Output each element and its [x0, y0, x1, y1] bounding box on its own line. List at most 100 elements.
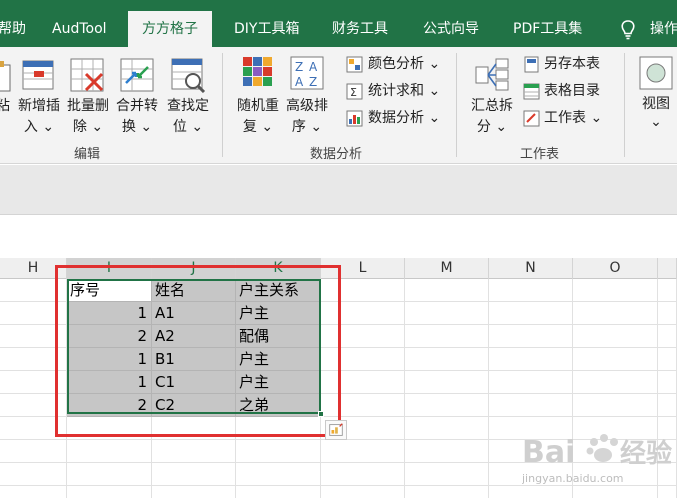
column-header-m[interactable]: M [405, 258, 489, 279]
summary-split-label-1[interactable]: 汇总拆 [468, 95, 516, 117]
empty-cell[interactable] [658, 348, 677, 371]
paste-icon[interactable] [0, 57, 16, 93]
column-header-n[interactable]: N [489, 258, 573, 279]
empty-cell[interactable] [0, 394, 67, 417]
table-header-cell[interactable]: 姓名 [152, 279, 236, 302]
insert-rows-label-2[interactable]: 入 ⌄ [14, 116, 64, 138]
empty-cell[interactable] [658, 302, 677, 325]
column-header-k[interactable]: K [236, 258, 321, 279]
random-repeat-label-1[interactable]: 随机重 [234, 95, 282, 117]
insert-rows-label-1[interactable]: 新增插 [14, 95, 64, 117]
empty-cell[interactable] [573, 371, 658, 394]
column-header-h[interactable]: H [0, 258, 67, 279]
column-header-i[interactable]: I [67, 258, 152, 279]
empty-cell[interactable] [0, 417, 67, 440]
column-header-j[interactable]: J [152, 258, 236, 279]
empty-cell[interactable] [236, 486, 321, 498]
lightbulb-icon[interactable] [620, 20, 636, 40]
view-dropdown[interactable]: ⌄ [634, 111, 677, 133]
empty-cell[interactable] [489, 394, 573, 417]
find-locate-label-2[interactable]: 位 ⌄ [164, 116, 212, 138]
table-cell[interactable]: 1 [67, 348, 152, 371]
empty-cell[interactable] [152, 440, 236, 463]
tab-audtool[interactable]: AudTool [52, 0, 107, 47]
summary-split-icon[interactable] [474, 57, 510, 93]
tab-fangfanggezi[interactable]: 方方格子 [128, 11, 212, 47]
column-header-l[interactable]: L [321, 258, 405, 279]
tab-help[interactable]: 帮助 [0, 0, 26, 47]
quick-analysis-icon[interactable] [325, 420, 347, 440]
empty-cell[interactable] [67, 463, 152, 486]
sum-stats-button[interactable]: 统计求和 ⌄ [368, 81, 440, 101]
tab-diy-toolbox[interactable]: DIY工具箱 [234, 0, 299, 47]
batch-delete-label-1[interactable]: 批量删 [64, 95, 112, 117]
table-cell[interactable]: A1 [152, 302, 236, 325]
column-header-o[interactable]: O [573, 258, 658, 279]
random-repeat-label-2[interactable]: 复 ⌄ [234, 116, 282, 138]
empty-cell[interactable] [573, 279, 658, 302]
data-analysis-icon[interactable] [346, 110, 363, 127]
empty-cell[interactable] [658, 279, 677, 302]
save-sheet-icon[interactable] [523, 56, 540, 73]
empty-cell[interactable] [67, 417, 152, 440]
empty-cell[interactable] [321, 440, 405, 463]
empty-cell[interactable] [489, 279, 573, 302]
empty-cell[interactable] [405, 394, 489, 417]
empty-cell[interactable] [321, 394, 405, 417]
view-icon[interactable] [638, 55, 674, 91]
table-header-cell[interactable]: 序号 [67, 279, 152, 302]
empty-cell[interactable] [321, 325, 405, 348]
empty-cell[interactable] [573, 302, 658, 325]
table-directory-icon[interactable] [523, 83, 540, 100]
empty-cell[interactable] [405, 279, 489, 302]
advanced-sort-label-1[interactable]: 高级排 [283, 95, 331, 117]
empty-cell[interactable] [0, 371, 67, 394]
empty-cell[interactable] [405, 440, 489, 463]
empty-cell[interactable] [405, 348, 489, 371]
paste-button[interactable]: 粘 [0, 95, 12, 117]
empty-cell[interactable] [236, 463, 321, 486]
empty-cell[interactable] [489, 325, 573, 348]
table-cell[interactable]: 配偶 [236, 325, 321, 348]
advanced-sort-label-2[interactable]: 序 ⌄ [283, 116, 331, 138]
empty-cell[interactable] [573, 394, 658, 417]
find-locate-icon[interactable] [170, 57, 206, 93]
empty-cell[interactable] [321, 279, 405, 302]
find-locate-label-1[interactable]: 查找定 [164, 95, 212, 117]
table-cell[interactable]: 之弟 [236, 394, 321, 417]
empty-cell[interactable] [0, 325, 67, 348]
table-header-cell[interactable]: 户主关系 [236, 279, 321, 302]
table-directory-button[interactable]: 表格目录 [544, 81, 600, 101]
empty-cell[interactable] [489, 371, 573, 394]
table-cell[interactable]: 2 [67, 325, 152, 348]
empty-cell[interactable] [405, 371, 489, 394]
table-cell[interactable]: B1 [152, 348, 236, 371]
table-cell[interactable]: 2 [67, 394, 152, 417]
empty-cell[interactable] [321, 486, 405, 498]
tab-pdf-tools[interactable]: PDF工具集 [513, 0, 582, 47]
color-analysis-icon[interactable] [346, 56, 363, 73]
empty-cell[interactable] [573, 325, 658, 348]
random-repeat-icon[interactable] [240, 55, 276, 91]
table-cell[interactable]: A2 [152, 325, 236, 348]
summary-split-label-2[interactable]: 分 ⌄ [468, 116, 516, 138]
column-header-p[interactable] [658, 258, 677, 279]
empty-cell[interactable] [489, 348, 573, 371]
empty-cell[interactable] [152, 463, 236, 486]
empty-cell[interactable] [489, 302, 573, 325]
empty-cell[interactable] [0, 279, 67, 302]
empty-cell[interactable] [0, 440, 67, 463]
empty-cell[interactable] [152, 417, 236, 440]
save-sheet-button[interactable]: 另存本表 [544, 54, 600, 74]
table-cell[interactable]: 户主 [236, 371, 321, 394]
tab-tell-me[interactable]: 操作 [650, 0, 677, 47]
fill-handle[interactable] [318, 411, 324, 417]
merge-convert-icon[interactable] [119, 57, 155, 93]
empty-cell[interactable] [67, 486, 152, 498]
empty-cell[interactable] [405, 302, 489, 325]
empty-cell[interactable] [573, 348, 658, 371]
empty-cell[interactable] [405, 417, 489, 440]
empty-cell[interactable] [658, 325, 677, 348]
empty-cell[interactable] [658, 394, 677, 417]
advanced-sort-icon[interactable]: Z A A Z [289, 55, 325, 91]
